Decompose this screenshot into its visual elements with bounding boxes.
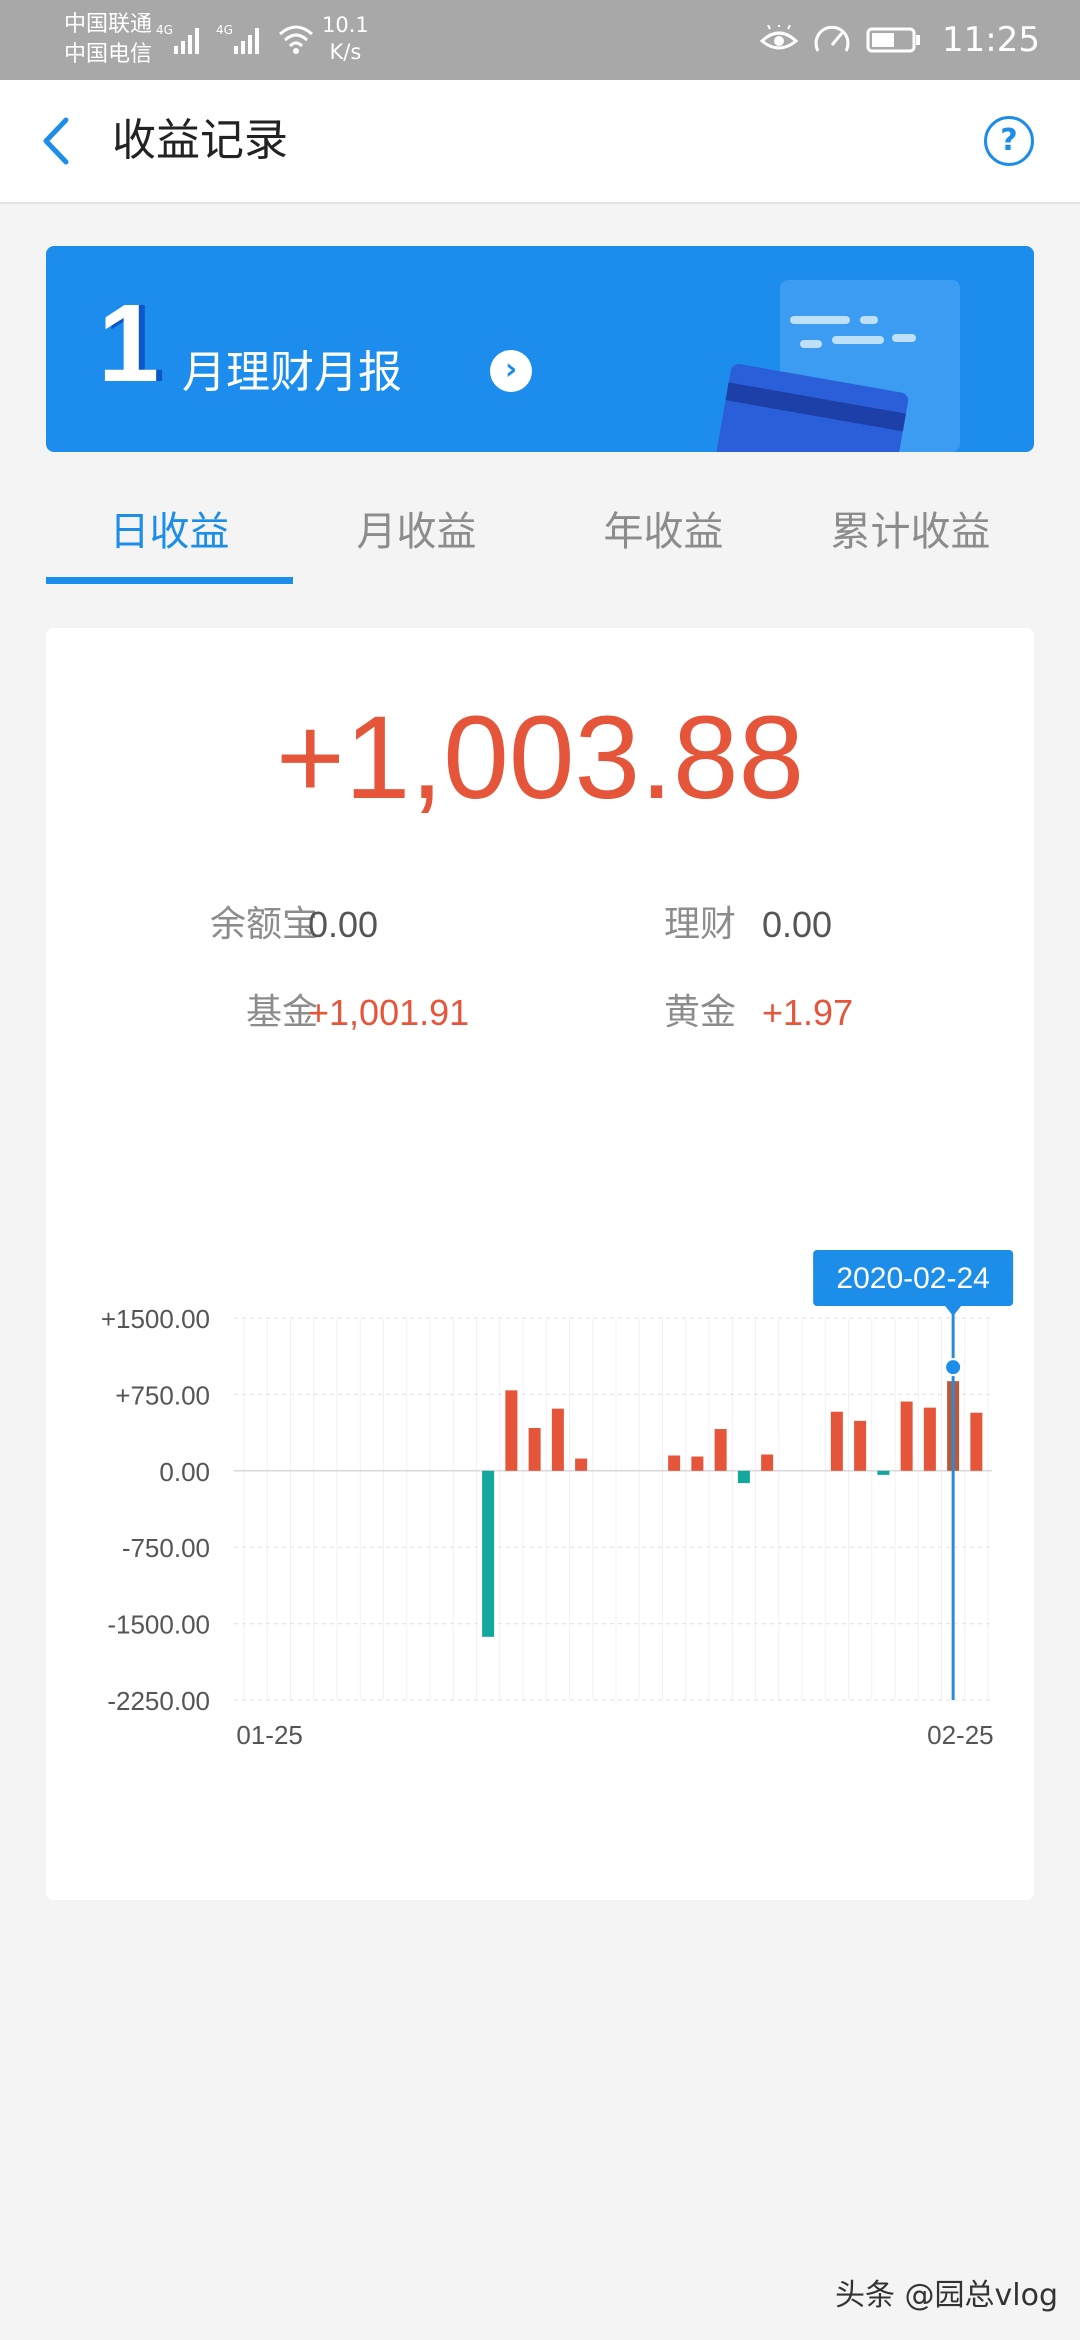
bar [505,1390,518,1471]
tab-daily[interactable]: 日收益 [46,490,293,586]
speedometer-icon [814,25,850,52]
bar [877,1470,890,1475]
eye-comfort-icon [760,25,799,50]
bar [854,1420,867,1471]
y-tick-label: -1500.00 [107,1610,210,1640]
wifi-icon [279,25,313,54]
carrier-2: 中国电信 [64,42,153,67]
bar [575,1458,588,1471]
bar [668,1455,681,1471]
bar [830,1411,843,1471]
carrier-labels: 中国联通 中国电信 [64,10,152,70]
tooltip-date: 2020-02-24 [836,1262,989,1295]
bar [923,1407,936,1471]
help-icon[interactable]: ? [984,116,1034,166]
highlight-dot [944,1358,963,1377]
banner-title: 月理财月报 [182,347,402,398]
earnings-card: +1,003.88 余额宝 0.00 理财 0.00 基金 +1,001.91 … [46,628,1034,1900]
battery-icon [866,27,921,53]
wealth-value: 0.00 [762,904,833,945]
daily-earnings-chart-wrap[interactable]: +1500.00 +750.00 0.00 -750.00 -1500.00 -2250.… [46,1228,1034,1868]
fund-value: +1,001.91 [308,992,470,1033]
network-speed: 10.1 K/s [322,12,369,66]
bar [714,1429,727,1471]
bar [528,1428,541,1471]
network-type-2: 4G [216,23,233,37]
signal-icon: 4G [216,23,259,54]
y-tick-label: -2250.00 [107,1686,210,1716]
bar [691,1456,704,1471]
x-tick-label-start: 01-25 [236,1720,303,1750]
app-header: 收益记录 ? [0,80,1080,204]
wealth-label: 理财 [663,904,736,945]
clock: 11:25 [942,20,1040,60]
bar [551,1408,564,1471]
gold-label: 黄金 [663,992,736,1033]
bar [900,1401,913,1471]
banner-month: 1 [98,282,160,405]
signal-icon: 4G [156,23,199,54]
x-tick-label-end: 02-25 [927,1720,994,1750]
yuebao-value: 0.00 [308,904,379,945]
report-illustration-icon [714,280,960,452]
bar [761,1454,774,1471]
back-icon[interactable] [34,114,78,168]
daily-earnings-chart[interactable]: +1500.00 +750.00 0.00 -750.00 -1500.00 -2250.… [46,1228,1034,1868]
y-tick-label: +1500.00 [101,1304,210,1334]
total-earnings: +1,003.88 [275,692,805,824]
bar [482,1470,495,1637]
chevron-right-icon: › [490,350,532,392]
network-type-1: 4G [156,23,173,37]
page-title: 收益记录 [112,115,288,166]
bar [737,1470,750,1484]
tab-monthly[interactable]: 月收益 [293,490,540,586]
speed-value: 10.1 [322,13,369,37]
speed-unit: K/s [329,40,362,64]
carrier-1: 中国联通 [64,12,153,37]
bar [970,1412,983,1471]
y-tick-label: -750.00 [122,1533,210,1563]
gold-value: +1.97 [762,992,854,1033]
y-tick-label: 0.00 [159,1457,210,1487]
earnings-tabs: 日收益 月收益 年收益 累计收益 [46,490,1034,586]
tooltip-pointer [945,1306,962,1316]
yuebao-label: 余额宝 [209,904,318,945]
status-bar: 中国联通 中国电信 4G 4G 10.1 K/s 11:25 [0,0,1080,80]
watermark: 头条 @园总vlog [834,2278,1058,2313]
tab-yearly[interactable]: 年收益 [540,490,787,586]
tab-cumulative[interactable]: 累计收益 [787,490,1034,586]
monthly-report-banner[interactable]: 1 月理财月报 › [46,246,1034,452]
fund-label: 基金 [245,992,318,1033]
y-tick-label: +750.00 [115,1380,210,1410]
